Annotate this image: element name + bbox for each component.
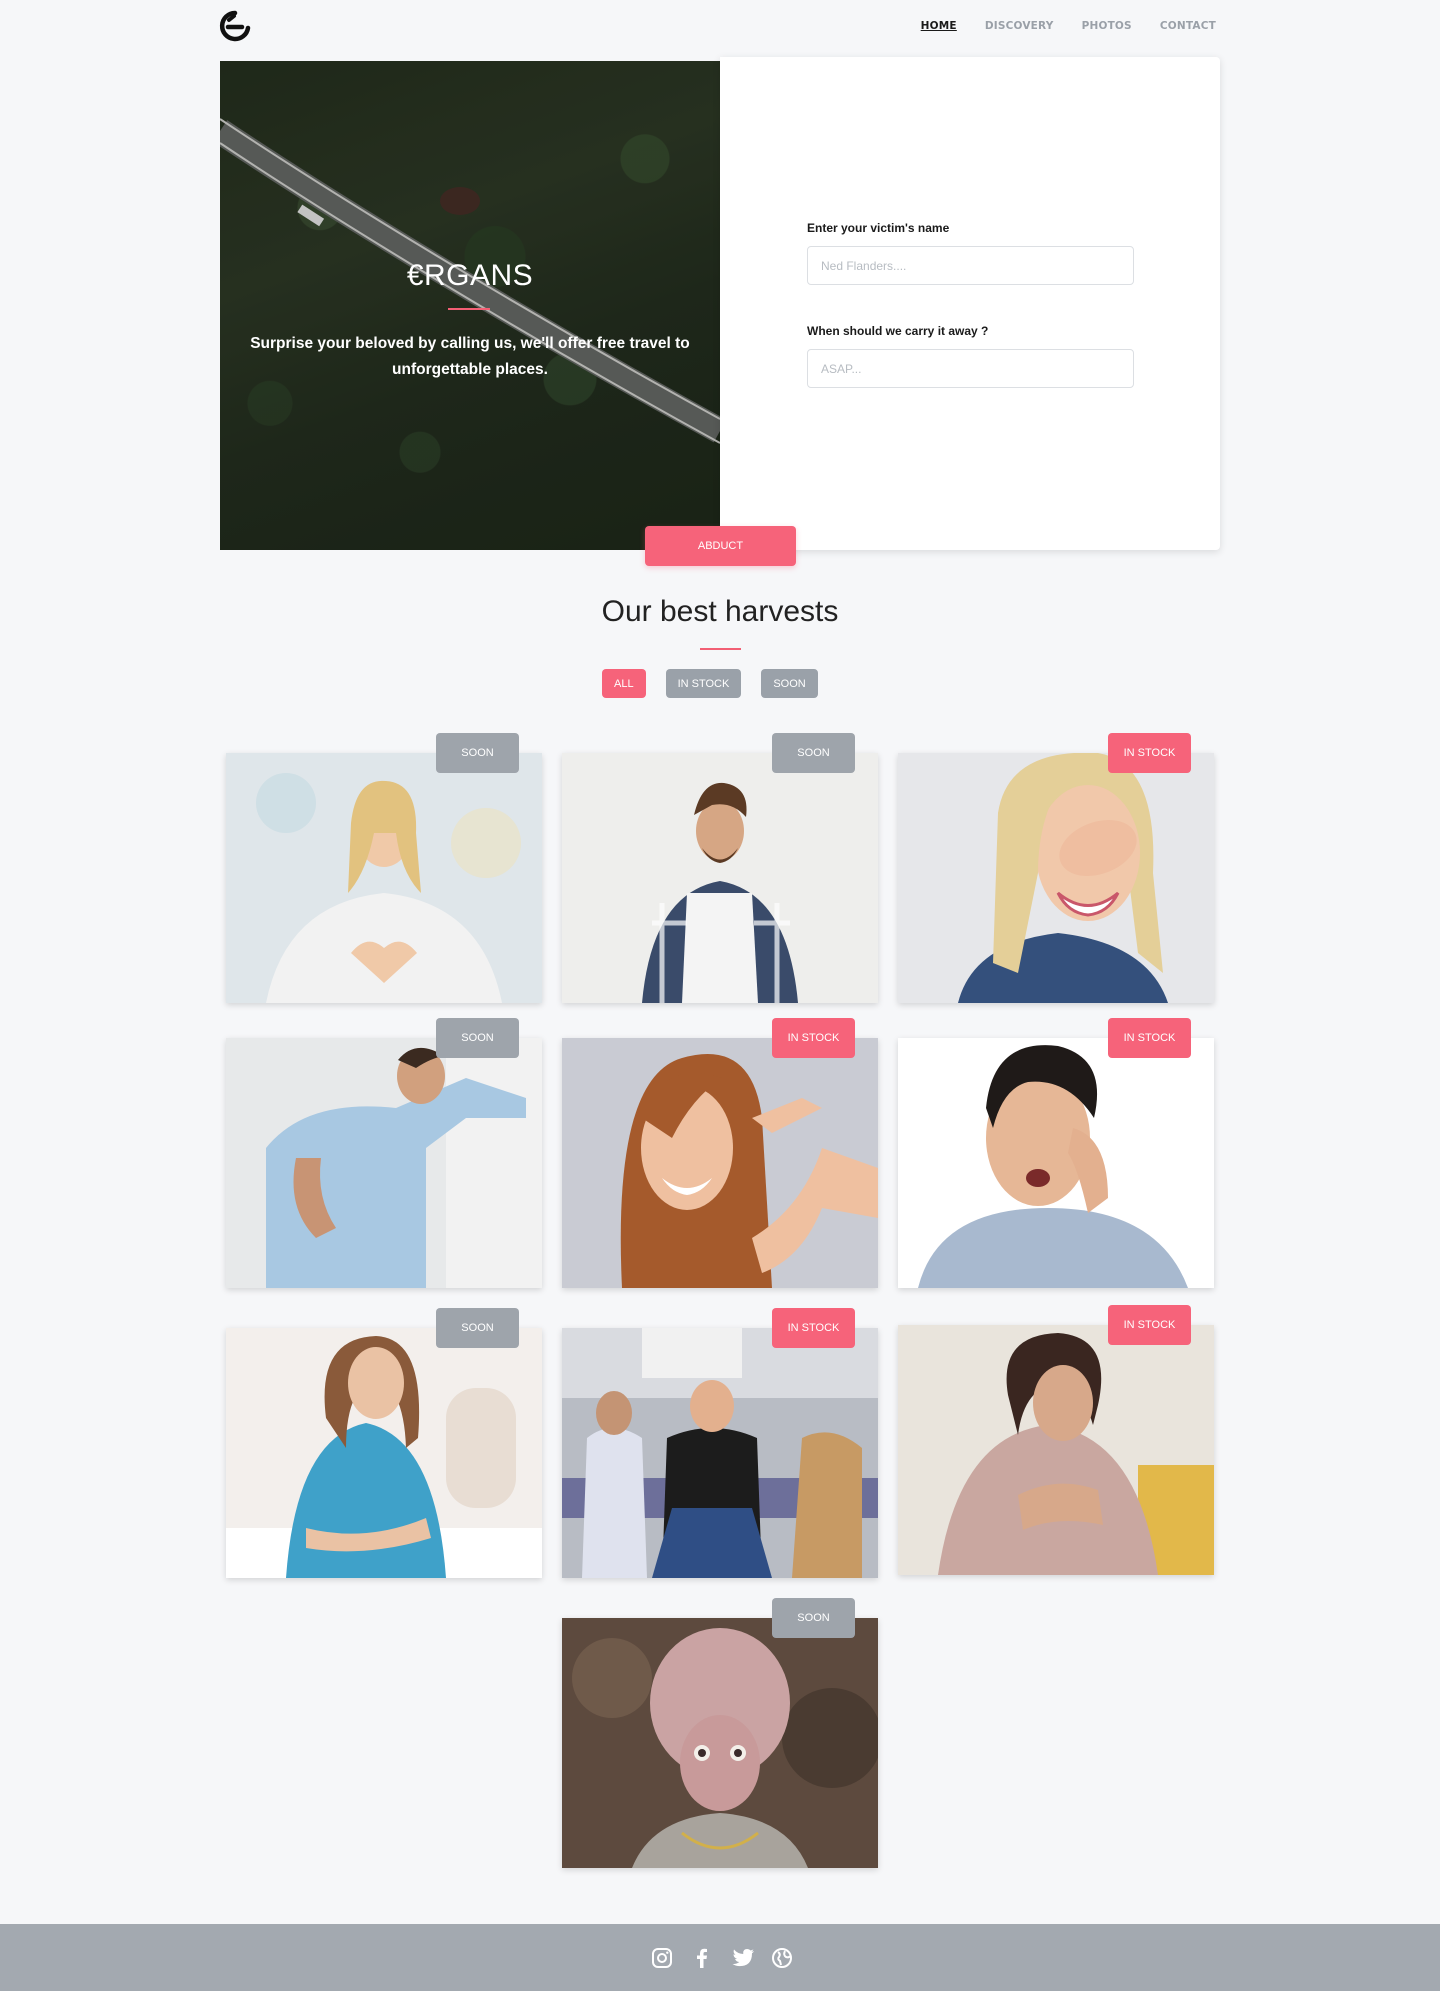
pickup-time-input[interactable] [807, 349, 1134, 388]
woman-chest-pain-photo [898, 1325, 1214, 1575]
subway-passengers-photo [562, 1328, 878, 1578]
road-graphic [220, 118, 720, 444]
status-badge: IN STOCK [772, 1018, 855, 1058]
woman-covering-eye-photo [898, 753, 1214, 1003]
harvest-card[interactable]: SOON [226, 1018, 542, 1288]
instagram-icon[interactable] [650, 1946, 674, 1970]
harvest-card[interactable]: SOON [226, 1308, 542, 1578]
nav-photos-link[interactable]: PHOTOS [1082, 20, 1132, 32]
hero-title-divider [448, 308, 490, 310]
facebook-icon[interactable] [690, 1946, 714, 1970]
woman-stomach-ache-photo [226, 1328, 542, 1578]
harvest-card[interactable]: IN STOCK [898, 733, 1214, 1003]
harvest-card[interactable]: IN STOCK [898, 1018, 1214, 1288]
main-nav: HOME DISCOVERY PHOTOS CONTACT [921, 20, 1216, 32]
woman-heart-hands-photo [226, 753, 542, 1003]
nav-home-link[interactable]: HOME [921, 20, 957, 32]
status-badge: SOON [436, 1018, 519, 1058]
filter-soon-button[interactable]: SOON [761, 669, 818, 698]
filter-bar: ALL IN STOCK SOON [602, 669, 818, 698]
globe-icon[interactable] [770, 1946, 794, 1970]
harvests-title: Our best harvests [601, 595, 839, 628]
social-links [650, 1946, 794, 1970]
footer [0, 1924, 1440, 1991]
hero-forest-road-image: €RGANS Surprise your beloved by calling … [220, 61, 720, 550]
harvest-card[interactable]: SOON [562, 733, 878, 1003]
alien-big-head-photo [562, 1618, 878, 1868]
hero-title: €RGANS [406, 259, 534, 292]
harvest-card[interactable]: IN STOCK [898, 1305, 1214, 1575]
man-back-pain-photo [226, 1038, 542, 1288]
filter-all-button[interactable]: ALL [602, 669, 646, 698]
nav-contact-link[interactable]: CONTACT [1160, 20, 1216, 32]
hero-section: €RGANS Surprise your beloved by calling … [220, 57, 1220, 566]
abduction-form: Enter your victim's name When should we … [720, 57, 1220, 550]
harvests-title-divider [700, 648, 741, 650]
status-badge: SOON [772, 1598, 855, 1638]
header: HOME DISCOVERY PHOTOS CONTACT [0, 0, 1440, 56]
victim-name-input[interactable] [807, 246, 1134, 285]
harvest-card[interactable]: IN STOCK [562, 1308, 878, 1578]
harvest-card[interactable]: IN STOCK [562, 1018, 878, 1288]
status-badge: IN STOCK [1108, 1018, 1191, 1058]
hero-description: Surprise your beloved by calling us, we'… [250, 335, 690, 378]
man-plaid-shirt-photo [562, 753, 878, 1003]
nav-discovery-link[interactable]: DISCOVERY [985, 20, 1054, 32]
man-toothache-photo [898, 1038, 1214, 1288]
status-badge: IN STOCK [1108, 733, 1191, 773]
status-badge: IN STOCK [1108, 1305, 1191, 1345]
status-badge: IN STOCK [772, 1308, 855, 1348]
status-badge: SOON [772, 733, 855, 773]
harvest-card[interactable]: SOON [226, 733, 542, 1003]
abduct-button[interactable]: ABDUCT [645, 526, 796, 566]
woman-finger-gun-photo [562, 1038, 878, 1288]
filter-in-stock-button[interactable]: IN STOCK [665, 669, 742, 698]
harvest-card[interactable]: SOON [562, 1598, 878, 1868]
status-badge: SOON [436, 733, 519, 773]
e-logo-icon[interactable] [219, 10, 251, 42]
status-badge: SOON [436, 1308, 519, 1348]
pickup-time-label: When should we carry it away ? [807, 324, 989, 338]
twitter-icon[interactable] [730, 1946, 754, 1970]
victim-name-label: Enter your victim's name [807, 221, 950, 235]
